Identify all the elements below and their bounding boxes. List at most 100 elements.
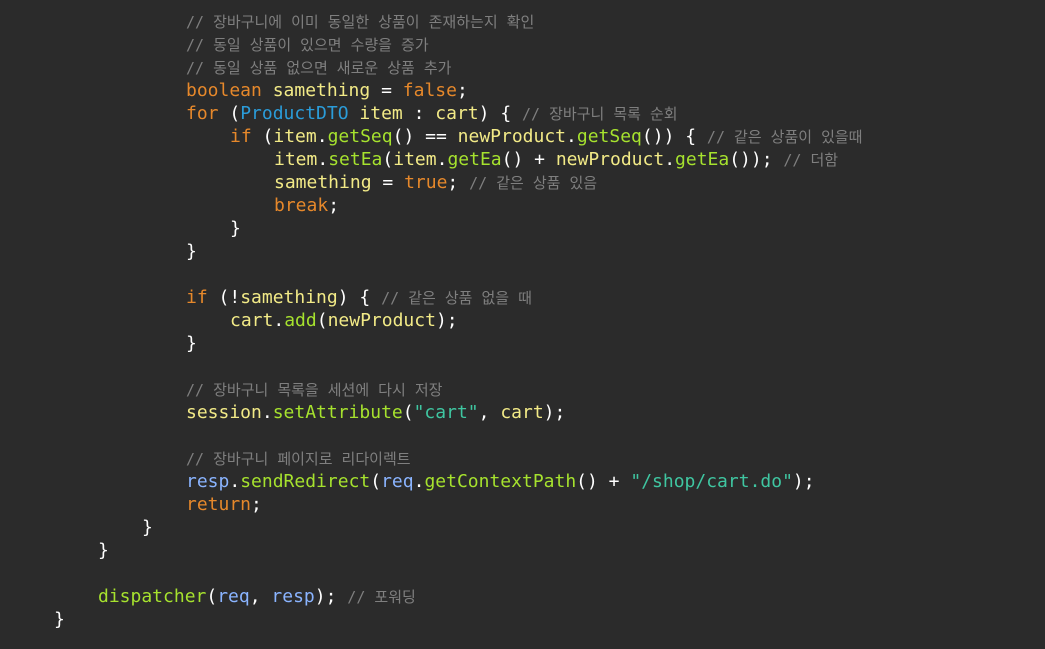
code-token: resp xyxy=(271,586,315,607)
code-token: } xyxy=(186,241,197,262)
code-token: () == xyxy=(392,126,458,147)
code-token: ProductDTO xyxy=(240,103,349,124)
code-token: item xyxy=(274,149,318,170)
code-token: ()); xyxy=(729,149,784,170)
code-token: ; xyxy=(456,80,468,101)
code-token: samething xyxy=(274,172,372,193)
code-token: boolean xyxy=(186,80,262,101)
code-token: . xyxy=(273,310,285,331)
code-line: resp.sendRedirect(req.getContextPath() +… xyxy=(186,470,815,493)
code-token: if xyxy=(186,287,208,308)
code-token: if xyxy=(230,126,252,147)
code-token: // 동일 상품이 있으면 수량을 증가 xyxy=(186,36,429,54)
code-token: ) { xyxy=(337,287,382,308)
code-line: } xyxy=(230,217,241,240)
code-line: samething = true; // 같은 상품 있음 xyxy=(274,171,597,194)
code-token: ( xyxy=(206,586,218,607)
code-token: // 더함 xyxy=(783,151,839,169)
code-line: // 장바구니 목록을 세션에 다시 저장 xyxy=(186,378,442,401)
code-token: // 동일 상품 없으면 새로운 상품 추가 xyxy=(186,59,452,77)
code-token: dispatcher xyxy=(98,586,207,607)
code-line: // 동일 상품이 있으면 수량을 증가 xyxy=(186,33,429,56)
code-line: // 장바구니에 이미 동일한 상품이 존재하는지 확인 xyxy=(186,10,534,33)
code-token: break xyxy=(274,195,329,216)
code-token: ; xyxy=(251,494,262,515)
code-token: sendRedirect xyxy=(240,471,371,492)
code-token: samething xyxy=(272,80,371,101)
code-token: item xyxy=(273,126,317,147)
code-token: // 포워딩 xyxy=(347,588,416,606)
code-token: ); xyxy=(792,471,815,492)
code-line: } xyxy=(98,539,109,562)
code-line: } xyxy=(186,332,197,355)
code-token: ( xyxy=(402,402,414,423)
code-token: () + xyxy=(501,149,556,170)
code-token: . xyxy=(413,471,425,492)
code-token: ( xyxy=(316,310,328,331)
code-token: // 장바구니 목록 순회 xyxy=(522,105,678,123)
code-token: getSeq xyxy=(327,126,393,147)
code-token: // 장바구니 페이지로 리다이렉트 xyxy=(186,450,411,468)
code-line: session.setAttribute("cart", cart); xyxy=(186,401,565,424)
code-line: if (item.getSeq() == newProduct.getSeq()… xyxy=(230,125,862,148)
code-token: . xyxy=(261,402,273,423)
code-token: setAttribute xyxy=(272,402,403,423)
code-token: resp xyxy=(186,471,230,492)
code-token: "/shop/cart.do" xyxy=(630,471,793,492)
code-token: return xyxy=(186,494,252,515)
code-token: for xyxy=(186,103,219,124)
code-token: . xyxy=(316,126,328,147)
code-token: , xyxy=(249,586,272,607)
code-token: getEa xyxy=(675,149,730,170)
code-line: dispatcher(req, resp); // 포워딩 xyxy=(98,585,416,608)
code-line: } xyxy=(54,608,65,631)
code-token: newProduct xyxy=(457,126,567,147)
code-token: = xyxy=(371,172,405,193)
code-token: ) { xyxy=(478,103,523,124)
code-line: } xyxy=(186,240,197,263)
code-token: getContextPath xyxy=(424,471,577,492)
code-token: : xyxy=(402,103,436,124)
code-line: boolean samething = false; xyxy=(186,79,468,102)
code-token: getEa xyxy=(447,149,502,170)
code-token: req xyxy=(217,586,250,607)
code-token: item xyxy=(393,149,437,170)
code-line: } xyxy=(142,516,153,539)
code-token: ( xyxy=(382,149,394,170)
code-token: getSeq xyxy=(576,126,642,147)
code-token: } xyxy=(54,609,65,630)
code-token: "cart" xyxy=(413,402,479,423)
code-token: cart xyxy=(500,402,544,423)
code-token: . xyxy=(229,471,241,492)
code-token: ( xyxy=(370,471,382,492)
code-line: for (ProductDTO item : cart) { // 장바구니 목… xyxy=(186,102,678,125)
code-token: cart xyxy=(230,310,274,331)
code-token: } xyxy=(98,540,109,561)
code-line: cart.add(newProduct); xyxy=(230,309,458,332)
code-token: add xyxy=(284,310,317,331)
code-token: . xyxy=(566,126,577,147)
code-token: } xyxy=(186,333,197,354)
code-line: // 동일 상품 없으면 새로운 상품 추가 xyxy=(186,56,451,79)
code-token: // 같은 상품 없을 때 xyxy=(381,289,532,307)
code-token: setEa xyxy=(328,149,383,170)
code-token: true xyxy=(404,172,448,193)
code-token: . xyxy=(436,149,448,170)
code-token: ( xyxy=(218,103,241,124)
code-token: ); xyxy=(435,310,458,331)
code-line: // 장바구니 페이지로 리다이렉트 xyxy=(186,447,411,470)
code-token: () + xyxy=(576,471,631,492)
code-token: // 장바구니 목록을 세션에 다시 저장 xyxy=(186,381,443,399)
code-token: // 같은 상품이 있을때 xyxy=(706,128,863,146)
code-token: cart xyxy=(435,103,479,124)
code-line: return; xyxy=(186,493,262,516)
code-line: if (!samething) { // 같은 상품 없을 때 xyxy=(186,286,532,309)
code-token: ()) { xyxy=(641,126,707,147)
code-token: newProduct xyxy=(327,310,436,331)
code-editor[interactable]: // 장바구니에 이미 동일한 상품이 존재하는지 확인 // 동일 상품이 있으… xyxy=(0,0,1045,649)
code-token: ( xyxy=(251,126,274,147)
code-token: } xyxy=(142,517,153,538)
code-line: break; xyxy=(274,194,339,217)
